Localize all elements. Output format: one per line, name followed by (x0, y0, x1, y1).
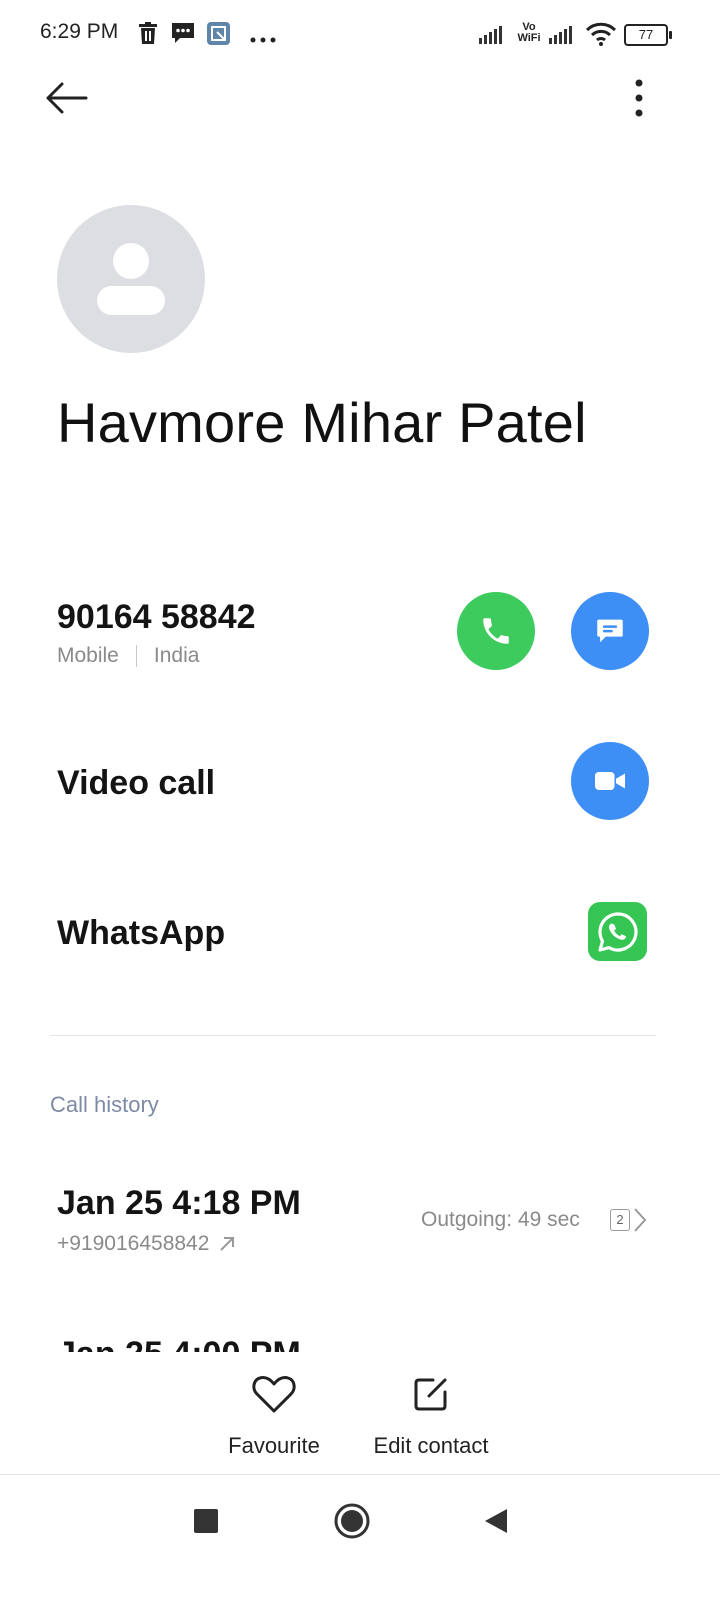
heart-icon (252, 1376, 296, 1413)
divider (135, 645, 137, 667)
edit-contact-button[interactable]: Edit contact (360, 1374, 502, 1459)
call-history-title: Call history (50, 1092, 159, 1117)
call-button[interactable] (457, 592, 535, 670)
more-vertical-icon (635, 79, 643, 117)
status-time: 6:29 PM (40, 20, 119, 43)
back-button[interactable] (44, 78, 90, 118)
phone-meta: Mobile India (57, 644, 199, 668)
vowifi-icon: Vo WiFi (517, 21, 541, 44)
more-options-button[interactable] (622, 78, 656, 118)
phone-number[interactable]: 90164 58842 (57, 598, 256, 637)
signal-icon (479, 24, 507, 49)
wifi-icon (585, 22, 617, 51)
phone-icon (483, 618, 509, 644)
message-notification-icon (171, 22, 195, 49)
call-history-date[interactable]: Jan 25 4:00 PM (57, 1335, 301, 1353)
favourite-label: Favourite (228, 1433, 320, 1458)
call-history-number: +919016458842 (57, 1232, 237, 1256)
battery-indicator: 77 (624, 24, 672, 46)
app-notification-icon (207, 22, 230, 50)
recents-square-icon[interactable] (193, 1508, 219, 1539)
delete-notification-icon (138, 22, 158, 49)
person-placeholder-icon (97, 243, 165, 315)
avatar (57, 205, 205, 353)
whatsapp-label[interactable]: WhatsApp (57, 914, 225, 953)
divider (0, 1474, 720, 1475)
edit-icon (414, 1378, 447, 1411)
video-camera-icon (595, 772, 625, 790)
phone-type: Mobile (57, 644, 119, 667)
call-history-type: Outgoing: 49 sec (421, 1208, 580, 1231)
outgoing-arrow-icon (220, 1237, 235, 1251)
message-button[interactable] (571, 592, 649, 670)
call-count-badge: 2 (610, 1209, 630, 1231)
edit-contact-label: Edit contact (373, 1433, 489, 1458)
call-history-number-text: +919016458842 (57, 1232, 210, 1255)
back-triangle-icon[interactable] (483, 1507, 509, 1540)
home-circle-icon[interactable] (334, 1503, 370, 1544)
call-history-date[interactable]: Jan 25 4:18 PM (57, 1184, 301, 1223)
call-history-row: Jan 25 4:00 PM (0, 1335, 720, 1353)
signal-icon (549, 24, 577, 49)
chevron-right-icon[interactable] (630, 1206, 650, 1239)
more-dots-icon (250, 30, 278, 48)
favourite-button[interactable]: Favourite (222, 1374, 326, 1459)
chat-icon (597, 619, 623, 643)
phone-region: India (153, 644, 200, 667)
whatsapp-icon (597, 911, 638, 952)
video-call-button[interactable] (571, 742, 649, 820)
arrow-left-icon (46, 82, 88, 114)
video-call-label[interactable]: Video call (57, 764, 215, 803)
contact-name: Havmore Mihar Patel (57, 391, 587, 454)
divider (50, 1035, 656, 1036)
whatsapp-button[interactable] (588, 902, 647, 961)
